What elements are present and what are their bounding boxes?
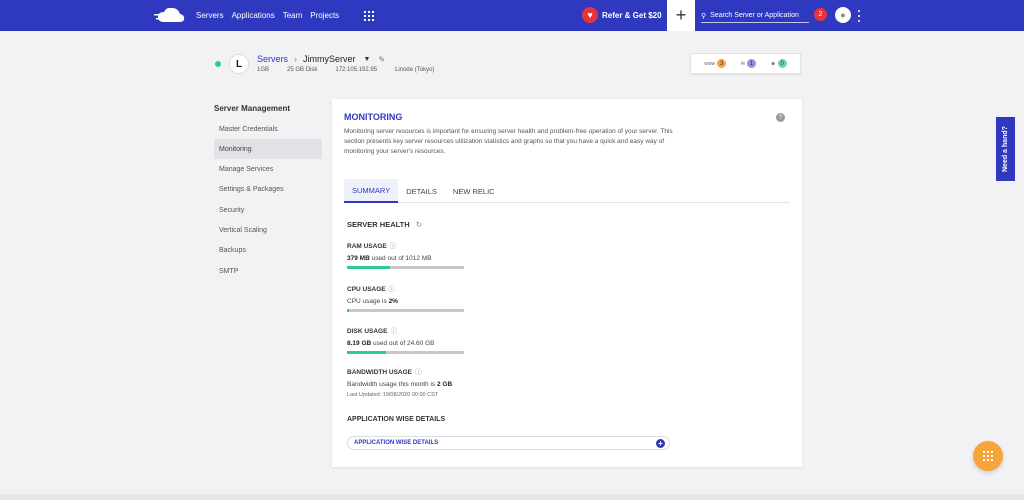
cpu-usage-prefix: CPU usage is bbox=[347, 298, 387, 305]
apps-grid-icon[interactable] bbox=[364, 11, 374, 21]
tab-details[interactable]: DETAILS bbox=[398, 179, 445, 203]
notification-badge[interactable]: 2 bbox=[814, 8, 827, 21]
server-name: JimmyServer bbox=[303, 54, 356, 64]
www-count-badge: 3 bbox=[717, 59, 727, 68]
plus-icon: + bbox=[675, 5, 687, 25]
server-disk: 25 GB Disk bbox=[287, 67, 318, 73]
user-icon: ☻ bbox=[770, 60, 776, 67]
info-icon[interactable]: ⓘ bbox=[390, 243, 397, 250]
cpu-usage-bar bbox=[347, 309, 464, 312]
mail-count-badge: 1 bbox=[746, 59, 756, 68]
server-ram: 1GB bbox=[257, 67, 270, 73]
tab-new-relic[interactable]: NEW RELIC bbox=[445, 179, 503, 203]
refer-button[interactable]: ♥ Refer & Get $20 bbox=[582, 7, 662, 23]
ram-usage-suffix: used out of 1012 MB bbox=[371, 255, 432, 262]
last-updated-text: Last Updated: 19/08/2020 00:00 CST bbox=[347, 392, 439, 398]
nav-applications[interactable]: Applications bbox=[232, 11, 275, 20]
need-a-hand-tab[interactable]: Need a hand? bbox=[996, 117, 1015, 181]
sidebar-item-security[interactable]: Security bbox=[214, 200, 322, 220]
page-title: MONITORING bbox=[344, 112, 403, 122]
tab-summary[interactable]: SUMMARY bbox=[344, 179, 399, 203]
breadcrumb-servers[interactable]: Servers bbox=[257, 54, 288, 64]
more-menu-icon[interactable] bbox=[857, 10, 861, 22]
help-icon[interactable]: ? bbox=[776, 113, 785, 122]
server-provider: Linode (Tokyo) bbox=[395, 67, 435, 73]
bandwidth-usage-metric: BANDWIDTH USAGE ⓘ Bandwidth usage this mo… bbox=[347, 366, 547, 398]
cpu-usage-label: CPU USAGE bbox=[347, 286, 386, 293]
search-icon: ⚲ bbox=[701, 12, 707, 20]
server-stats-card: www 3 ✉ 1 ☻ 0 bbox=[690, 53, 801, 74]
application-wise-heading: APPLICATION WISE DETAILS bbox=[347, 416, 446, 423]
info-icon[interactable]: ⓘ bbox=[390, 328, 397, 335]
disk-usage-value: 8.19 GB bbox=[347, 340, 372, 347]
refresh-icon[interactable]: ↻ bbox=[416, 220, 422, 229]
mail-stat[interactable]: ✉ 1 bbox=[741, 59, 756, 68]
disk-usage-fill bbox=[347, 351, 386, 354]
user-avatar-icon[interactable]: ● bbox=[835, 7, 851, 23]
disk-usage-label: DISK USAGE bbox=[347, 328, 388, 335]
ram-usage-bar bbox=[347, 266, 464, 269]
sidebar-title: Server Management bbox=[214, 104, 291, 113]
ram-usage-metric: RAM USAGE ⓘ 379 MB used out of 1012 MB bbox=[347, 240, 467, 269]
cpu-usage-value: 2% bbox=[388, 298, 398, 305]
sidebar-item-backups[interactable]: Backups bbox=[214, 241, 322, 261]
monitoring-panel: MONITORING ? Monitoring server resources… bbox=[332, 99, 802, 467]
top-navbar: Servers Applications Team Projects ♥ Ref… bbox=[0, 0, 1024, 31]
ram-usage-label: RAM USAGE bbox=[347, 243, 387, 250]
disk-usage-metric: DISK USAGE ⓘ 8.19 GB used out of 24.60 GB bbox=[347, 325, 467, 354]
search-placeholder: Search Server or Application bbox=[710, 12, 799, 19]
ram-usage-value: 379 MB bbox=[347, 255, 370, 262]
plus-circle-icon: + bbox=[656, 439, 665, 448]
www-icon: www bbox=[704, 60, 716, 67]
breadcrumb: Servers › JimmyServer ▼ ✎ bbox=[257, 54, 385, 64]
cloudways-logo-icon[interactable] bbox=[154, 6, 186, 24]
mail-icon: ✉ bbox=[740, 60, 745, 67]
application-wise-details-button[interactable]: APPLICATION WISE DETAILS + bbox=[347, 436, 670, 450]
bandwidth-usage-prefix: Bandwidth usage this month is bbox=[347, 381, 436, 388]
sidebar-item-manage-services[interactable]: Manage Services bbox=[214, 160, 322, 180]
search-input[interactable]: ⚲ Search Server or Application bbox=[701, 9, 809, 23]
server-ip: 172.105.192.95 bbox=[335, 67, 378, 73]
main-nav: Servers Applications Team Projects bbox=[196, 0, 347, 31]
server-status-dot bbox=[215, 61, 221, 67]
nav-projects[interactable]: Projects bbox=[310, 11, 339, 20]
monitoring-tabs: SUMMARY DETAILS NEW RELIC bbox=[344, 179, 790, 203]
server-health-label: SERVER HEALTH bbox=[347, 220, 410, 229]
refer-label: Refer & Get $20 bbox=[602, 10, 662, 20]
caret-down-icon[interactable]: ▼ bbox=[364, 56, 371, 63]
nav-team[interactable]: Team bbox=[283, 11, 303, 20]
sidebar-item-vertical-scaling[interactable]: Vertical Scaling bbox=[214, 220, 322, 240]
disk-usage-suffix: used out of 24.60 GB bbox=[373, 340, 435, 347]
info-icon[interactable]: ⓘ bbox=[389, 286, 396, 293]
sidebar: Master Credentials Monitoring Manage Ser… bbox=[214, 119, 322, 281]
info-icon[interactable]: ⓘ bbox=[415, 369, 422, 376]
user-stat[interactable]: ☻ 0 bbox=[770, 59, 787, 68]
disk-usage-bar bbox=[347, 351, 464, 354]
sidebar-item-smtp[interactable]: SMTP bbox=[214, 261, 322, 281]
server-health-heading: SERVER HEALTH ↻ bbox=[347, 220, 422, 229]
add-button[interactable]: + bbox=[667, 0, 695, 31]
cpu-usage-fill bbox=[347, 309, 350, 312]
user-count-badge: 0 bbox=[777, 59, 787, 68]
chevron-right-icon: › bbox=[294, 54, 298, 64]
server-meta: 1GB 25 GB Disk 172.105.192.95 Linode (To… bbox=[257, 67, 452, 73]
bandwidth-usage-value: 2 GB bbox=[436, 381, 453, 388]
sidebar-item-master-credentials[interactable]: Master Credentials bbox=[214, 119, 322, 139]
cpu-usage-metric: CPU USAGE ⓘ CPU usage is 2% bbox=[347, 283, 467, 312]
sidebar-item-settings-packages[interactable]: Settings & Packages bbox=[214, 180, 322, 200]
ram-usage-fill bbox=[347, 266, 391, 269]
application-wise-details-label: APPLICATION WISE DETAILS bbox=[354, 440, 439, 446]
sidebar-item-monitoring[interactable]: Monitoring bbox=[214, 139, 322, 160]
monitoring-description: Monitoring server resources is important… bbox=[344, 128, 673, 155]
quick-apps-fab-icon[interactable] bbox=[973, 441, 1003, 471]
bottom-strip bbox=[0, 494, 1024, 500]
heart-icon: ♥ bbox=[582, 7, 598, 23]
bandwidth-usage-label: BANDWIDTH USAGE bbox=[347, 369, 412, 376]
nav-servers[interactable]: Servers bbox=[196, 11, 224, 20]
server-provider-logo: L bbox=[229, 54, 249, 74]
www-stat[interactable]: www 3 bbox=[704, 59, 727, 68]
edit-pencil-icon[interactable]: ✎ bbox=[378, 55, 385, 64]
